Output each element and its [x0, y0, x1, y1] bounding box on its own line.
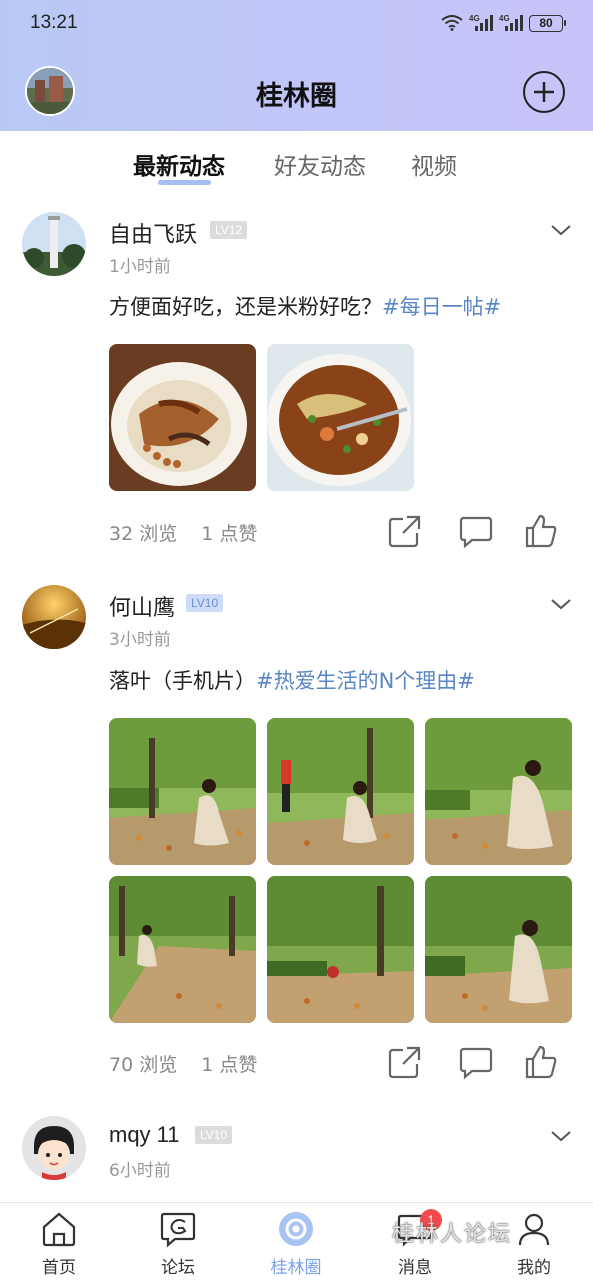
wifi-icon	[441, 15, 463, 31]
avatar-image	[22, 1116, 86, 1180]
nav-item-forum[interactable]: 论坛	[119, 1203, 237, 1280]
view-count: 70 浏览	[109, 1054, 178, 1076]
forum-watermark: 桂林人论坛	[392, 1222, 513, 1247]
post-stats: 32 浏览 1 点赞	[109, 519, 257, 546]
share-icon[interactable]	[387, 1044, 423, 1080]
add-post-button[interactable]	[523, 71, 565, 113]
status-icons: 4G 4G 80	[441, 14, 566, 32]
chevron-down-icon[interactable]	[550, 1129, 572, 1143]
view-count: 32 浏览	[109, 523, 178, 545]
like-count: 1 点赞	[201, 1054, 258, 1076]
post-time: 6小时前	[109, 1161, 171, 1181]
post-image[interactable]	[425, 876, 572, 1023]
post-image[interactable]	[109, 876, 256, 1023]
post-image[interactable]	[267, 718, 414, 865]
signal-icon: 4G	[499, 14, 523, 31]
active-tab-indicator	[158, 180, 211, 185]
network-label-2: 4G	[499, 14, 510, 23]
autumn-leaves-photo-4	[109, 876, 256, 1023]
nav-label: 消息	[398, 1258, 432, 1278]
status-time: 13:21	[30, 12, 78, 33]
home-icon	[42, 1212, 76, 1247]
tab-latest[interactable]: 最新动态	[133, 147, 225, 181]
level-badge: LV10	[186, 594, 224, 612]
post-time: 3小时前	[109, 630, 171, 650]
autumn-leaves-photo-1	[109, 718, 256, 865]
post-author-name[interactable]: 何山鹰	[109, 590, 175, 622]
post-author-name[interactable]: mqy 11	[109, 1122, 180, 1148]
feed-tabs: 最新动态 好友动态 视频	[0, 131, 593, 201]
nav-label: 论坛	[161, 1258, 195, 1278]
autumn-leaves-photo-3	[425, 718, 572, 865]
post-body: 方便面好吃，还是米粉好吃？	[109, 295, 382, 319]
like-icon[interactable]	[523, 1044, 559, 1080]
nav-label: 我的	[517, 1258, 551, 1278]
post-stats: 70 浏览 1 点赞	[109, 1050, 257, 1077]
noodles-with-peanuts-photo	[109, 344, 256, 491]
avatar-image	[22, 585, 86, 649]
post-image[interactable]	[109, 344, 256, 491]
level-badge: LV12	[210, 221, 248, 239]
post-image[interactable]	[109, 718, 256, 865]
comment-icon[interactable]	[458, 513, 494, 549]
post-time: 1小时前	[109, 257, 171, 277]
like-icon[interactable]	[523, 513, 559, 549]
signal-icon: 4G	[469, 14, 493, 31]
forum-icon	[160, 1212, 196, 1248]
status-bar: 13:21 4G 4G 80	[0, 0, 593, 48]
post-text: 方便面好吃，还是米粉好吃？#每日一帖#	[109, 291, 501, 321]
post-image[interactable]	[425, 718, 572, 865]
chevron-down-icon[interactable]	[550, 597, 572, 611]
post-author-name[interactable]: 自由飞跃	[109, 217, 197, 249]
share-icon[interactable]	[387, 513, 423, 549]
like-count: 1 点赞	[201, 523, 258, 545]
post-card: 何山鹰 LV10 3小时前 落叶（手机片）#热爱生活的N个理由# 70 浏览 1…	[0, 571, 593, 1101]
top-header: 13:21 4G 4G 80 桂林圈	[0, 0, 593, 131]
plus-icon	[534, 82, 554, 102]
nav-label: 桂林圈	[270, 1258, 322, 1278]
chevron-down-icon[interactable]	[550, 223, 572, 237]
post-card: 自由飞跃 LV12 1小时前 方便面好吃，还是米粉好吃？#每日一帖# 32 浏览…	[0, 201, 593, 571]
tab-friends[interactable]: 好友动态	[274, 147, 366, 181]
autumn-leaves-photo-5	[267, 876, 414, 1023]
autumn-leaves-photo-6	[425, 876, 572, 1023]
profile-icon	[518, 1213, 550, 1246]
nav-item-home[interactable]: 首页	[0, 1203, 118, 1280]
post-hashtag[interactable]: #热爱生活的N个理由#	[256, 669, 475, 693]
post-author-avatar[interactable]	[22, 212, 86, 276]
post-body: 落叶（手机片）	[109, 669, 256, 693]
autumn-leaves-photo-2	[267, 718, 414, 865]
post-author-avatar[interactable]	[22, 1116, 86, 1180]
post-image[interactable]	[267, 876, 414, 1023]
circle-icon	[279, 1212, 313, 1246]
tab-videos[interactable]: 视频	[411, 147, 457, 181]
post-author-avatar[interactable]	[22, 585, 86, 649]
level-badge: LV10	[195, 1126, 233, 1144]
post-text: 落叶（手机片）#热爱生活的N个理由#	[109, 665, 475, 695]
post-image[interactable]	[267, 344, 414, 491]
beef-instant-noodle-photo	[267, 344, 414, 491]
network-label-1: 4G	[469, 14, 480, 23]
battery-indicator: 80	[529, 14, 566, 32]
post-hashtag[interactable]: #每日一帖#	[382, 295, 501, 319]
nav-label: 首页	[42, 1258, 76, 1278]
nav-item-circle[interactable]: 桂林圈	[237, 1203, 355, 1280]
comment-icon[interactable]	[458, 1044, 494, 1080]
page-title: 桂林圈	[256, 81, 337, 112]
post-card: mqy 11 LV10 6小时前	[0, 1101, 593, 1202]
avatar-image	[22, 212, 86, 276]
